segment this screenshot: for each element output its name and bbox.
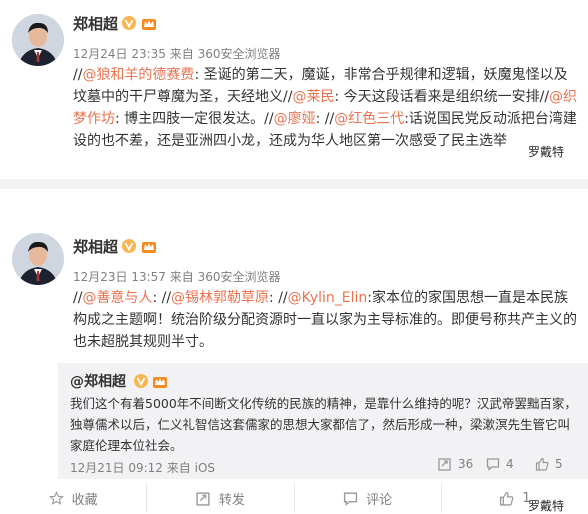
post-text: //@狼和羊的德赛费: 圣诞的第二天，魔诞，非常合乎规律和逻辑，妖魔鬼怪以及坟墓… (73, 64, 578, 152)
comment-icon (486, 458, 500, 471)
via-prefix: 来自 (169, 270, 194, 284)
username[interactable]: 郑相超 (73, 236, 118, 257)
quoted-original-post[interactable]: @郑相超 我们这个有着5000年不间断文化传统的民族的精神，是靠什么维持的呢？汉… (58, 363, 588, 479)
mention-link[interactable]: @善意与人 (82, 290, 152, 306)
mention-link[interactable]: @Kylin_Elin (288, 290, 368, 306)
quoted-repost-count[interactable]: 36 (438, 457, 473, 471)
text-fragment: : // (152, 290, 172, 306)
verified-v-icon (122, 239, 136, 253)
via-client[interactable]: 360安全浏览器 (198, 47, 281, 61)
text-fragment: : // (315, 111, 335, 127)
comment-icon (344, 491, 358, 506)
post-text: //@善意与人: //@锡林郭勒草原: //@Kylin_Elin:家本位的家国… (73, 287, 578, 353)
member-crown-icon (142, 242, 156, 253)
quoted-time[interactable]: 12月21日 09:12 (70, 461, 163, 475)
repost-label: 转发 (218, 492, 245, 508)
comment-label: 评论 (366, 492, 393, 508)
post-action-bar: 收藏 转发 评论 1 (0, 483, 588, 513)
thumbs-up-icon (500, 491, 514, 506)
comment-button[interactable]: 评论 (293, 483, 441, 513)
repost-icon (196, 491, 210, 506)
via-prefix: 来自 (166, 461, 191, 475)
text-fragment: : 博主四肢一定很发达。// (115, 111, 274, 127)
mention-link[interactable]: @红色三代 (334, 111, 404, 127)
quoted-comment-count[interactable]: 4 (486, 457, 514, 471)
verified-v-icon (122, 16, 136, 30)
post-time[interactable]: 12月24日 23:35 (73, 47, 166, 61)
repost-button[interactable]: 转发 (146, 483, 293, 513)
post-meta: 12月24日 23:35 来自 360安全浏览器 (73, 45, 281, 62)
comment-count: 4 (506, 457, 514, 471)
quoted-like-count[interactable]: 5 (535, 457, 563, 471)
text-fragment: : 今天这段话看来是组织统一安排// (334, 89, 550, 105)
member-crown-icon (153, 377, 167, 388)
favorite-button[interactable]: 收藏 (0, 483, 146, 513)
post-meta: 12月23日 13:57 来自 360安全浏览器 (73, 268, 281, 285)
weibo-post-2: 郑相超 12月23日 13:57 来自 360安全浏览器 //@善意与人: //… (0, 189, 588, 514)
quoted-author[interactable]: @郑相超 (70, 371, 126, 391)
mention-link[interactable]: @狼和羊的德赛费 (82, 67, 194, 83)
user-avatar[interactable] (12, 14, 64, 66)
post-time[interactable]: 12月23日 13:57 (73, 270, 166, 284)
weibo-post-1: 郑相超 12月24日 23:35 来自 360安全浏览器 //@狼和羊的德赛费:… (0, 0, 588, 175)
text-fragment: : // (269, 290, 288, 306)
member-crown-icon (142, 19, 156, 30)
via-client[interactable]: 360安全浏览器 (198, 270, 281, 284)
via-prefix: 来自 (169, 47, 194, 61)
mention-link[interactable]: @锡林郭勒草原 (171, 290, 269, 306)
verified-v-icon (134, 374, 148, 388)
quoted-text: 我们这个有着5000年不间断文化传统的民族的精神，是靠什么维持的呢？汉武帝罢黜百… (70, 396, 577, 453)
mention-link[interactable]: @莱民 (292, 89, 334, 105)
watermark: 罗戴特 (528, 145, 565, 159)
via-client[interactable]: iOS (195, 461, 215, 475)
repost-icon (438, 458, 451, 471)
thumbs-up-icon (535, 457, 549, 471)
star-icon (48, 490, 64, 505)
like-button[interactable]: 1 (440, 483, 588, 513)
like-count: 5 (555, 457, 563, 471)
repost-count: 36 (458, 457, 474, 471)
mention-link[interactable]: @廖娅 (274, 111, 316, 127)
favorite-label: 收藏 (71, 492, 98, 508)
quoted-meta: 12月21日 09:12 来自 iOS (70, 459, 215, 476)
user-avatar[interactable] (12, 233, 64, 285)
watermark: 罗戴特 (528, 499, 565, 513)
feed-divider (0, 179, 588, 189)
username[interactable]: 郑相超 (73, 13, 118, 34)
